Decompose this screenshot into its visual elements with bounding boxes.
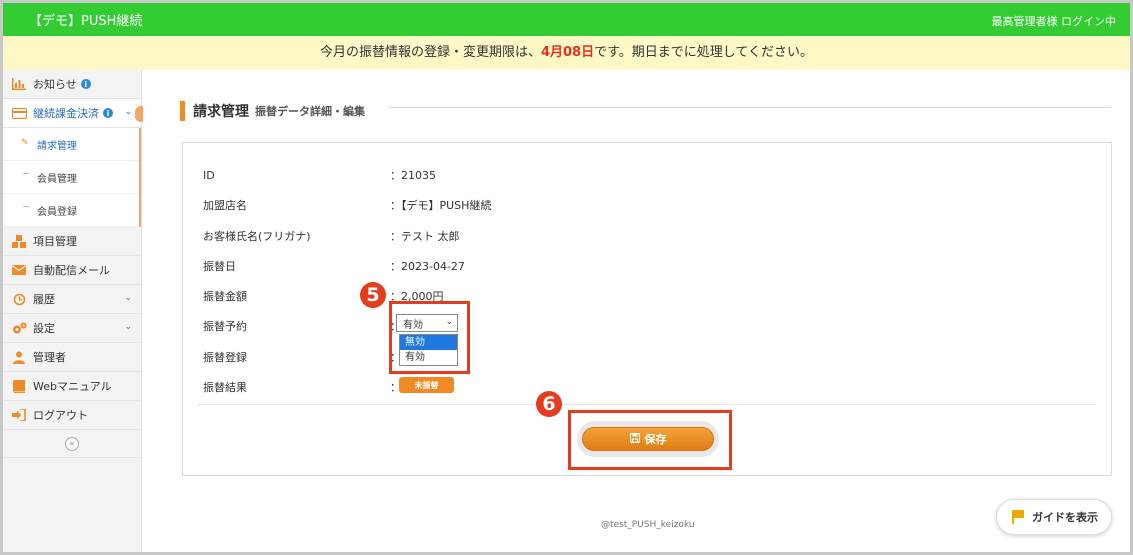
app-window: 【デモ】PUSH継続 最高管理者様 ログイン中 今月の振替情報の登録・変更期限は… [0,0,1133,555]
sidebar-item-label: 履歴 [33,293,55,306]
detail-value: ：2023-04-27 [390,260,465,273]
detail-row-merchant: 加盟店名 ：【デモ】PUSH継続 [203,197,491,213]
sidebar-item-label: ログアウト [33,409,88,422]
footer-account: @test_PUSH_keizoku [601,520,695,530]
show-guide-button[interactable]: ガイドを表示 [996,499,1112,535]
annotation-highlight-save [568,410,732,470]
sidebar-item-logout[interactable]: ログアウト [3,401,141,430]
info-icon: i [103,108,113,118]
detail-value: ：【デモ】PUSH継続 [390,199,492,212]
sidebar-item-fields[interactable]: 項目管理 [3,227,141,256]
submenu-item-billing[interactable]: ✎ 請求管理 [3,128,139,161]
detail-value: ：21035 [390,169,436,182]
sidebar-item-label: 設定 [33,322,55,335]
submenu-item-label: 請求管理 [37,140,77,152]
tree-line [23,206,29,207]
detail-label: 振替結果 [203,381,247,394]
cubes-icon [11,234,27,248]
credit-card-icon [11,106,27,120]
main-content: 請求管理 振替データ詳細・編集 ID ：21035 加盟店名 ：【デモ】PUSH… [143,70,1130,552]
bar-chart-icon [11,77,27,91]
sidebar-item-label: 継続課金決済 [33,107,99,120]
submenu-item-label: 会員管理 [37,173,77,185]
card-divider [197,404,1096,405]
detail-label: 振替予約 [203,320,247,333]
notice-deadline: 4月08日 [540,45,595,60]
book-icon [11,379,27,393]
detail-row-customer: お客様氏名(フリガナ) ：テスト 太郎 [203,228,460,244]
history-icon [11,292,27,306]
billing-submenu: ✎ 請求管理 会員管理 会員登録 [3,128,141,227]
sidebar-item-auto-mail[interactable]: 自動配信メール [3,256,141,285]
page-subtitle: 振替データ詳細・編集 [255,105,365,118]
step-number-5: 5 [360,282,386,308]
heading-accent-bar [180,101,185,121]
sidebar-item-recurring-billing[interactable]: 継続課金決済 i ⌄ [3,99,147,128]
sidebar-item-news[interactable]: お知らせ i [3,70,141,99]
brand-name[interactable]: 【デモ】PUSH継続 [29,10,142,29]
detail-label: 振替登録 [203,351,247,364]
submenu-item-member-register[interactable]: 会員登録 [3,194,139,227]
login-status: 最高管理者様 ログイン中 [991,15,1117,28]
status-badge: 未振替 [399,377,454,393]
sidebar-collapse-row: « [3,430,141,458]
detail-row-result: 振替結果 ： [203,379,401,395]
submenu-item-label: 会員登録 [37,206,77,218]
envelope-icon [11,263,27,277]
submenu-item-members[interactable]: 会員管理 [3,161,139,194]
flag-icon [1010,510,1024,524]
sidebar-item-settings[interactable]: 設定 ⌄ [3,314,141,343]
sidebar-item-label: 項目管理 [33,235,77,248]
annotation-highlight-select [389,301,470,374]
user-icon [11,350,27,364]
chevron-down-icon: ⌄ [124,293,132,303]
detail-label: 加盟店名 [203,199,247,212]
guide-button-label: ガイドを表示 [1032,511,1098,524]
pencil-icon: ✎ [21,138,29,148]
sidebar-item-label: 自動配信メール [33,264,110,277]
tree-line [23,173,29,174]
chevron-down-icon: ⌄ [124,322,132,332]
sidebar-item-label: お知らせ [33,78,77,91]
page-heading: 請求管理 振替データ詳細・編集 [180,101,365,121]
collapse-sidebar-button[interactable]: « [65,436,79,451]
gears-icon [11,321,27,335]
page-title: 請求管理 [193,104,249,120]
top-bar: 【デモ】PUSH継続 最高管理者様 ログイン中 [3,3,1130,36]
detail-row-reservation: 振替予約 ： [203,318,401,334]
detail-value: ：テスト 太郎 [390,230,460,243]
detail-label: ID [203,168,215,182]
notice-prefix: 今月の振替情報の登録・変更期限は、 [319,45,541,60]
detail-row-transfer-date: 振替日 ：2023-04-27 [203,258,465,274]
notice-suffix: です。期日までに処理してください。 [594,45,814,60]
detail-row-registration: 振替登録 ： [203,349,401,365]
sidebar-item-admin[interactable]: 管理者 [3,343,141,372]
info-icon: i [80,79,91,89]
detail-label: お客様氏名(フリガナ) [203,230,311,243]
detail-row-id: ID ：21035 [203,167,436,183]
step-number-6: 6 [536,391,562,417]
chevron-down-icon: ⌄ [124,107,132,117]
sidebar-item-web-manual[interactable]: Webマニュアル [3,372,141,401]
heading-rule [388,107,1111,108]
sign-out-icon [11,408,27,422]
sidebar-item-label: 管理者 [33,351,66,364]
sidebar: お知らせ i 継続課金決済 i ⌄ ✎ 請求管理 会員管理 会員登録 項目管理 … [3,70,147,552]
sidebar-item-label: Webマニュアル [33,380,112,393]
detail-label: 振替日 [203,260,236,273]
deadline-notice: 今月の振替情報の登録・変更期限は、4月08日です。期日までに処理してください。 [3,36,1130,70]
sidebar-item-history[interactable]: 履歴 ⌄ [3,285,141,314]
